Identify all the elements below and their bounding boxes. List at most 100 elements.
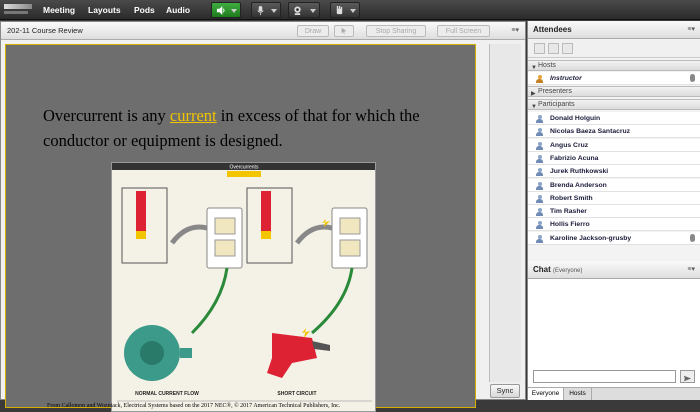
expand-arrow-icon: ▶ <box>531 91 536 97</box>
sync-button[interactable]: Sync <box>490 384 520 398</box>
participant-row[interactable]: Fabrizio Acuna <box>528 151 700 165</box>
participant-name: Karoline Jackson-grusby <box>550 234 632 242</box>
participant-row[interactable]: Karoline Jackson-grusby <box>528 231 700 245</box>
share-pod-header: 202-11 Course Review Draw Stop Sharing F… <box>1 22 525 40</box>
speaker-icon <box>216 6 225 15</box>
raise-hand-icon <box>336 6 343 15</box>
grid-view-icon[interactable] <box>548 43 559 54</box>
microphone-icon <box>690 74 695 82</box>
chat-options-menu[interactable]: ≡▾ <box>687 261 695 278</box>
menu-pods[interactable]: Pods <box>134 0 155 20</box>
slide-text-before: Overcurrent is any <box>43 106 166 125</box>
speaker-button[interactable] <box>211 2 241 18</box>
figure-title: Overcurrents <box>230 165 259 171</box>
send-button[interactable] <box>680 370 695 383</box>
pod-title: 202-11 Course Review <box>7 26 83 35</box>
share-pod: 202-11 Course Review Draw Stop Sharing F… <box>0 21 526 412</box>
participant-name: Tim Rasher <box>550 208 587 216</box>
chevron-down-icon <box>310 9 316 13</box>
section-presenters[interactable]: ▶ Presenters <box>528 86 700 97</box>
person-icon <box>536 208 543 217</box>
sort-icon[interactable] <box>562 43 573 54</box>
collapse-arrow-icon: ▼ <box>531 104 537 110</box>
participant-row[interactable]: Jurek Ruthkowski <box>528 165 700 179</box>
draw-button[interactable]: Draw <box>297 25 329 37</box>
slide-credit: From Callomon and Wozniack, Electrical S… <box>47 403 341 409</box>
participant-name: Jurek Ruthkowski <box>550 168 609 176</box>
slide-text: Overcurrent is any current in excess of … <box>43 103 463 153</box>
person-icon <box>536 141 543 150</box>
person-icon <box>536 128 543 137</box>
shared-slide: Overcurrent is any current in excess of … <box>5 44 476 412</box>
participant-name: Donald Holguin <box>550 115 601 122</box>
attendees-toolbar <box>528 40 700 58</box>
participant-row[interactable]: Robert Smith <box>528 191 700 205</box>
menu-audio[interactable]: Audio <box>166 0 190 20</box>
pod-options-menu[interactable]: ≡▾ <box>511 26 519 34</box>
raise-hand-button[interactable] <box>330 2 360 18</box>
person-icon <box>536 181 543 190</box>
person-icon <box>536 234 543 243</box>
participant-name: Angus Cruz <box>550 141 589 149</box>
slide-highlight-link[interactable]: current <box>170 106 217 125</box>
participant-row[interactable]: Hollis Fierro <box>528 218 700 232</box>
pointer-button[interactable] <box>334 25 354 37</box>
application-menu-bar: Meeting Layouts Pods Audio <box>0 0 700 20</box>
section-hosts-label: Hosts <box>538 62 556 69</box>
webcam-button[interactable] <box>288 2 320 18</box>
right-sidebar: Attendees ≡▾ ▼ Hosts Instructor ▶ Presente… <box>527 21 700 400</box>
chat-title: Chat <box>533 265 551 274</box>
participant-row[interactable]: Nicolas Baeza Santacruz <box>528 125 700 139</box>
host-person-icon <box>536 75 543 83</box>
tab-everyone[interactable]: Everyone <box>528 388 564 400</box>
host-row[interactable]: Instructor <box>528 72 700 85</box>
stop-sharing-button[interactable]: Stop Sharing <box>366 25 426 37</box>
microphone-icon <box>690 233 695 242</box>
participant-name: Brenda Anderson <box>550 181 607 189</box>
attendees-title: Attendees <box>533 25 572 34</box>
participant-name: Hollis Fierro <box>550 221 590 229</box>
overcurrent-illustration: Overcurrents NORMAL CURRENT FLOW SHORT C… <box>112 163 375 402</box>
host-name: Instructor <box>550 75 582 82</box>
menu-meeting[interactable]: Meeting <box>43 0 75 20</box>
figure-label-normal: NORMAL CURRENT FLOW <box>135 391 199 397</box>
pointer-icon <box>341 27 347 35</box>
chat-message-input[interactable] <box>533 370 676 383</box>
participant-row[interactable]: Donald Holguin <box>528 112 700 125</box>
person-icon <box>536 221 543 230</box>
microphone-icon <box>257 6 264 15</box>
section-hosts[interactable]: ▼ Hosts <box>528 60 700 71</box>
section-participants[interactable]: ▼ Participants <box>528 99 700 110</box>
chat-tabs: Everyone Hosts <box>528 387 700 400</box>
chevron-down-icon <box>271 9 277 13</box>
person-icon <box>536 194 543 203</box>
share-pod-scrollbar[interactable] <box>489 44 521 382</box>
chevron-down-icon <box>231 9 237 13</box>
participant-name: Robert Smith <box>550 194 593 202</box>
person-icon <box>536 154 543 163</box>
section-presenters-label: Presenters <box>538 88 572 95</box>
person-icon <box>536 115 543 123</box>
full-screen-button[interactable]: Full Screen <box>437 25 490 37</box>
send-icon <box>683 375 692 382</box>
webcam-icon <box>294 6 301 15</box>
menu-layouts[interactable]: Layouts <box>88 0 121 20</box>
chevron-down-icon <box>350 9 356 13</box>
participant-row[interactable]: Tim Rasher <box>528 205 700 219</box>
participant-row[interactable]: Brenda Anderson <box>528 178 700 192</box>
attendees-pod-header: Attendees ≡▾ <box>528 21 700 39</box>
person-icon <box>536 168 543 177</box>
microphone-button[interactable] <box>251 2 281 18</box>
company-logo <box>4 3 34 17</box>
participant-row[interactable]: Angus Cruz <box>528 138 700 152</box>
chat-pod-header: Chat (Everyone) ≡▾ <box>528 261 700 279</box>
list-view-icon[interactable] <box>534 43 545 54</box>
participant-name: Fabrizio Acuna <box>550 154 599 162</box>
chat-scope: (Everyone) <box>553 268 583 274</box>
tab-hosts[interactable]: Hosts <box>564 388 592 400</box>
participant-name: Nicolas Baeza Santacruz <box>550 128 631 136</box>
overcurrent-diagram: Overcurrents NORMAL CURRENT FLOW SHORT C… <box>111 162 376 412</box>
figure-label-short-circuit: SHORT CIRCUIT <box>277 391 316 397</box>
section-participants-label: Participants <box>538 101 575 108</box>
attendees-options-menu[interactable]: ≡▾ <box>687 21 695 38</box>
